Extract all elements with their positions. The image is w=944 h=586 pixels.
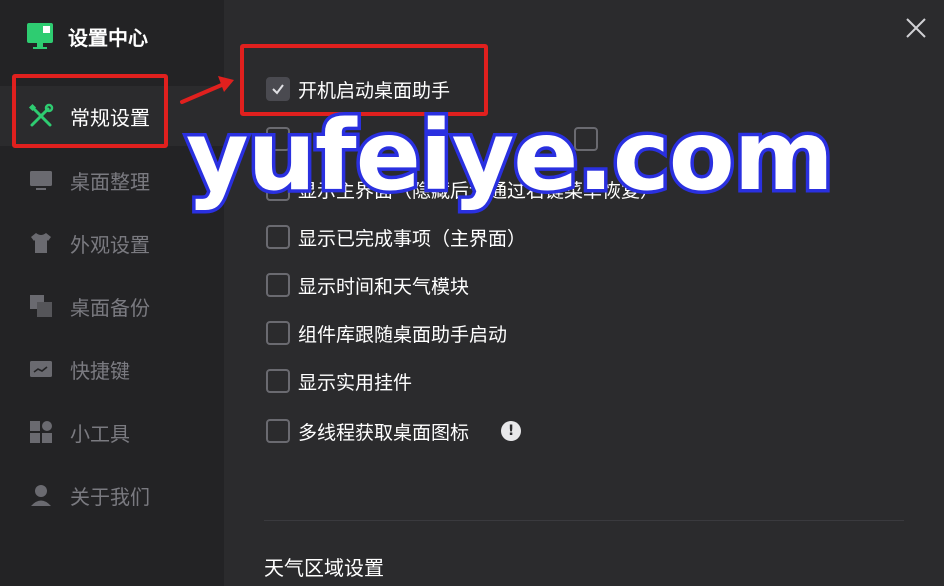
sidebar-item-label: 小工具 xyxy=(70,421,130,446)
option-label: 显示已完成事项（主界面） xyxy=(298,227,527,250)
option-show-completed[interactable]: 显示已完成事项（主界面） xyxy=(266,222,526,252)
option-label: 显示时间和天气模块 xyxy=(298,275,470,298)
sidebar-item-backup[interactable]: 桌面备份 xyxy=(0,276,224,336)
sidebar-item-label: 桌面备份 xyxy=(70,295,150,320)
info-icon[interactable]: ! xyxy=(501,421,522,441)
shirt-icon xyxy=(28,230,54,256)
sidebar-item-label: 桌面整理 xyxy=(70,169,150,194)
checkbox[interactable] xyxy=(266,321,290,345)
sidebar-item-label: 快捷键 xyxy=(70,358,130,383)
sidebar-item-appearance[interactable]: 外观设置 xyxy=(0,213,224,273)
grid-icon xyxy=(28,419,54,445)
option-label: 组件库跟随桌面助手启动 xyxy=(298,323,508,346)
divider xyxy=(264,520,904,521)
checkbox[interactable] xyxy=(266,225,290,249)
close-icon xyxy=(906,18,926,38)
option-widget-autostart[interactable]: 组件库跟随桌面助手启动 xyxy=(266,318,507,348)
app-title: 设置中心 xyxy=(68,25,148,50)
sidebar-item-tools[interactable]: 小工具 xyxy=(0,402,224,462)
sidebar-item-shortcuts[interactable]: 快捷键 xyxy=(0,339,224,399)
watermark: yufeiye.com xyxy=(183,100,838,212)
close-button[interactable] xyxy=(904,16,928,40)
monitor-logo-icon xyxy=(26,22,54,50)
copy-icon xyxy=(28,293,54,319)
sidebar-item-label: 外观设置 xyxy=(70,232,150,257)
monitor-icon xyxy=(28,167,54,193)
keyboard-icon xyxy=(28,356,54,382)
option-show-widgets[interactable]: 显示实用挂件 xyxy=(266,366,412,396)
checkbox[interactable] xyxy=(266,369,290,393)
sidebar-item-label: 关于我们 xyxy=(70,484,150,509)
user-icon xyxy=(28,482,54,508)
checkbox[interactable] xyxy=(266,273,290,297)
option-label: 多线程获取桌面图标 xyxy=(298,421,470,444)
weather-section-title: 天气区域设置 xyxy=(264,556,384,580)
checkbox[interactable] xyxy=(266,419,290,443)
highlight-box-sidebar xyxy=(12,74,168,148)
option-show-time-weather[interactable]: 显示时间和天气模块 xyxy=(266,270,469,300)
sidebar-item-about[interactable]: 关于我们 xyxy=(0,465,224,525)
option-label: 显示实用挂件 xyxy=(298,371,413,394)
option-multithread-icons[interactable]: 多线程获取桌面图标 ! xyxy=(266,416,522,446)
brand: 设置中心 xyxy=(26,20,148,52)
